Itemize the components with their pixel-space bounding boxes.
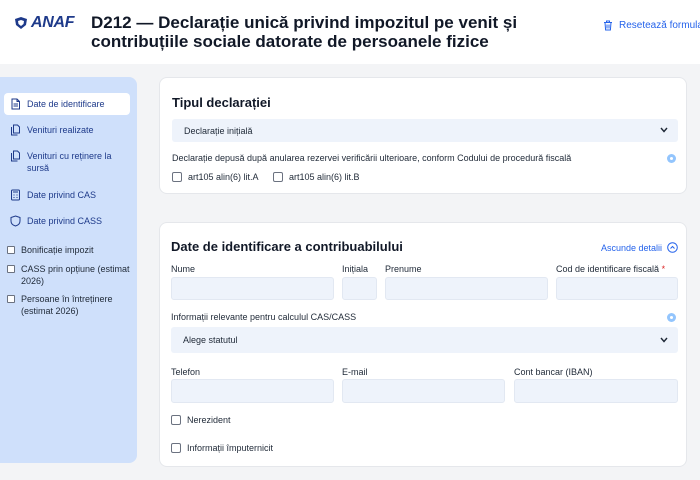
initiala-input[interactable] bbox=[342, 277, 377, 300]
checkbox-label: Bonificație impozit bbox=[21, 245, 94, 255]
identification-card: Date de identificare a contribuabilului … bbox=[159, 222, 687, 467]
logo-text: ANAF bbox=[31, 14, 75, 31]
declaration-type-select[interactable]: Declarație inițială bbox=[172, 119, 678, 142]
checkbox-box[interactable] bbox=[7, 265, 15, 273]
documents-icon bbox=[11, 150, 20, 162]
sidebar-item-label: Venituri realizate bbox=[27, 125, 94, 135]
sidebar-item-venituri-retinere[interactable]: Venituri cu reținere la sursă bbox=[4, 145, 130, 179]
checkbox-box[interactable] bbox=[171, 415, 181, 425]
telefon-input[interactable] bbox=[171, 379, 334, 403]
checkbox-box[interactable] bbox=[7, 246, 15, 254]
checkbox-imputernicit[interactable]: Informații împuternicit bbox=[171, 443, 273, 453]
info-icon[interactable] bbox=[667, 313, 676, 322]
checkbox-nerezident[interactable]: Nerezident bbox=[171, 415, 231, 425]
telefon-label: Telefon bbox=[171, 367, 201, 377]
checkbox-label: Persoane în întreținere (estimat 2026) bbox=[21, 294, 113, 316]
declaration-note: Declarație depusă după anularea rezervei… bbox=[172, 153, 572, 163]
required-mark: * bbox=[661, 264, 666, 274]
hide-details-toggle[interactable]: Ascunde detalii bbox=[601, 242, 678, 253]
shield-icon bbox=[10, 215, 21, 227]
cif-label-text: Cod de identificare fiscală bbox=[556, 264, 660, 274]
section-title: Tipul declarației bbox=[172, 95, 271, 110]
iban-label: Cont bancar (IBAN) bbox=[514, 367, 593, 377]
prenume-label: Prenume bbox=[385, 264, 422, 274]
select-value: Declarație inițială bbox=[184, 125, 253, 136]
reset-form-label: Resetează formularul bbox=[619, 20, 700, 31]
app-header: ANAF D212 — Declarație unică privind imp… bbox=[0, 0, 700, 64]
anaf-logo[interactable]: ANAF bbox=[14, 14, 75, 32]
sidebar-item-label: Date privind CASS bbox=[27, 216, 103, 226]
checkbox-label: CASS prin opțiune (estimat 2026) bbox=[21, 264, 130, 286]
nume-label: Nume bbox=[171, 264, 196, 274]
reset-form-button[interactable]: Resetează formularul bbox=[603, 20, 700, 31]
checkbox-box[interactable] bbox=[171, 443, 181, 453]
sidebar-item-date-identificare[interactable]: Date de identificare bbox=[4, 93, 130, 115]
checkbox-box[interactable] bbox=[273, 172, 283, 182]
page-title: D212 — Declarație unică privind impozitu… bbox=[91, 13, 518, 51]
cif-label: Cod de identificare fiscală * bbox=[556, 264, 665, 274]
checkbox-box[interactable] bbox=[7, 295, 15, 303]
sidebar-item-label: Date privind CAS bbox=[27, 190, 97, 200]
calculator-icon bbox=[11, 189, 20, 201]
checkbox-bonificatie-impozit[interactable]: Bonificație impozit bbox=[7, 244, 133, 256]
documents-icon bbox=[11, 124, 20, 136]
sidebar-item-venituri-realizate[interactable]: Venituri realizate bbox=[4, 119, 130, 141]
iban-input[interactable] bbox=[514, 379, 678, 403]
checkbox-art105-b[interactable]: art105 alin(6) lit.B bbox=[273, 172, 360, 182]
checkbox-label: Nerezident bbox=[187, 415, 231, 425]
sidebar-item-date-cass[interactable]: Date privind CASS bbox=[4, 210, 130, 232]
prenume-input[interactable] bbox=[385, 277, 548, 300]
cif-input[interactable] bbox=[556, 277, 678, 300]
cas-cass-label: Informații relevante pentru calculul CAS… bbox=[171, 312, 357, 322]
email-label: E-mail bbox=[342, 367, 368, 377]
toggle-label: Ascunde detalii bbox=[601, 242, 663, 253]
nume-input[interactable] bbox=[171, 277, 334, 300]
status-select[interactable]: Alege statutul bbox=[171, 327, 678, 353]
chevron-down-icon bbox=[660, 337, 668, 343]
trash-icon bbox=[604, 20, 612, 31]
checkbox-label: art105 alin(6) lit.B bbox=[289, 172, 360, 182]
checkbox-label: art105 alin(6) lit.A bbox=[188, 172, 259, 182]
checkbox-box[interactable] bbox=[172, 172, 182, 182]
checkbox-cass-optiune[interactable]: CASS prin opțiune (estimat 2026) bbox=[7, 263, 133, 287]
initiala-label: Inițiala bbox=[342, 264, 369, 274]
sidebar-item-label: Venituri cu reținere la sursă bbox=[27, 151, 112, 173]
checkbox-label: Informații împuternicit bbox=[187, 443, 274, 453]
sidebar-item-date-cas[interactable]: Date privind CAS bbox=[4, 184, 130, 206]
email-input[interactable] bbox=[342, 379, 505, 403]
sidebar-item-label: Date de identificare bbox=[27, 99, 105, 109]
anaf-emblem-icon bbox=[15, 17, 27, 29]
checkbox-art105-a[interactable]: art105 alin(6) lit.A bbox=[172, 172, 259, 182]
checkbox-persoane-intretinere[interactable]: Persoane în întreținere (estimat 2026) bbox=[7, 293, 133, 317]
chevron-up-circle-icon bbox=[667, 242, 678, 253]
section-title: Date de identificare a contribuabilului bbox=[171, 239, 403, 254]
chevron-down-icon bbox=[660, 127, 668, 133]
declaration-type-card: Tipul declarației Declarație inițială De… bbox=[159, 77, 687, 194]
info-icon[interactable] bbox=[667, 154, 676, 163]
sidebar: Date de identificare Venituri realizate … bbox=[0, 77, 137, 463]
document-icon bbox=[11, 98, 20, 110]
select-value: Alege statutul bbox=[183, 335, 238, 345]
